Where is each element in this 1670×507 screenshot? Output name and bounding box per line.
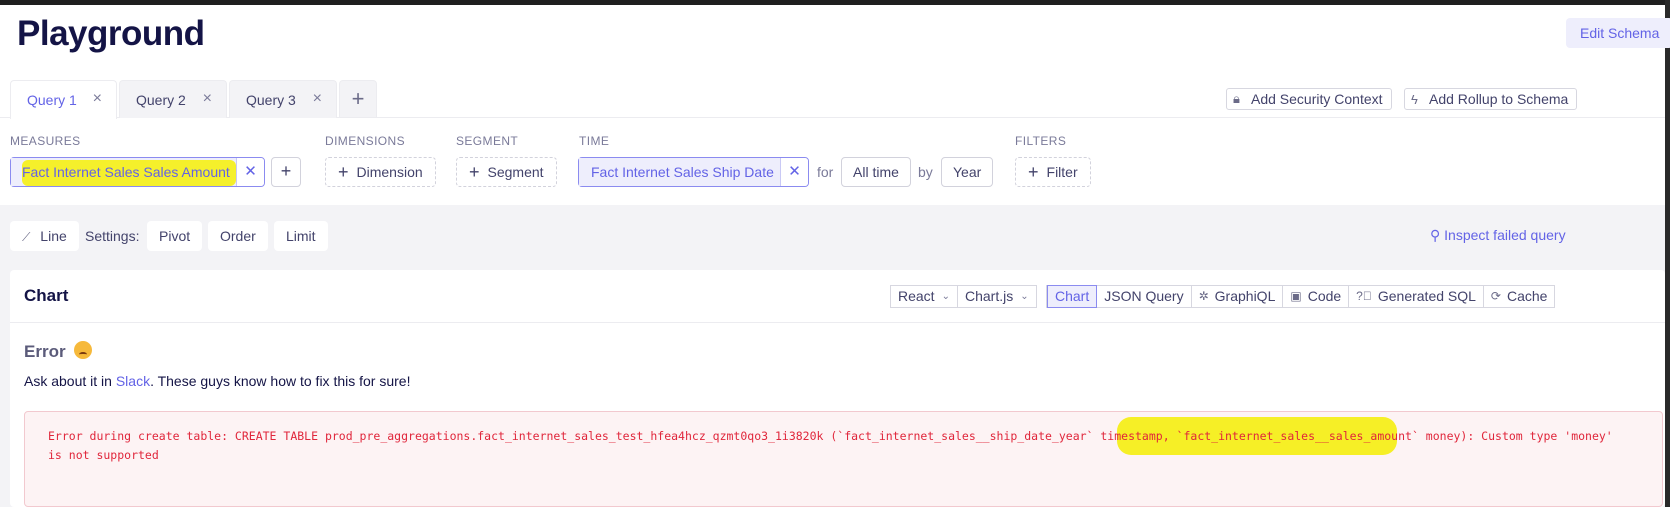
- add-filter-label: Filter: [1046, 164, 1078, 180]
- framework-selector: React ⌄ Chart.js ⌄: [890, 285, 1037, 308]
- limit-button[interactable]: Limit: [274, 221, 328, 251]
- inspect-label: Inspect failed query: [1444, 227, 1566, 243]
- add-security-context-label: Add Security Context: [1251, 91, 1383, 107]
- close-icon[interactable]: ✕: [780, 158, 808, 186]
- tab-json-query-label: JSON Query: [1104, 288, 1184, 304]
- error-help-before: Ask about it in: [24, 373, 116, 389]
- window-right-border: [1665, 0, 1670, 507]
- framework-select[interactable]: React ⌄: [891, 286, 958, 307]
- tab-chart[interactable]: Chart: [1047, 284, 1098, 308]
- measures-label: MEASURES: [10, 134, 81, 148]
- inspect-failed-query-link[interactable]: ⚲ Inspect failed query: [1430, 227, 1566, 244]
- question-icon: ?⃝: [1356, 289, 1372, 303]
- edit-schema-button[interactable]: Edit Schema: [1566, 18, 1670, 48]
- refresh-icon: ⟳: [1490, 289, 1501, 303]
- graphql-icon: ✲: [1198, 289, 1209, 303]
- sad-face-icon: [74, 341, 93, 359]
- tab-json-query[interactable]: JSON Query: [1097, 286, 1192, 307]
- add-dimension-button[interactable]: + Dimension: [325, 157, 436, 187]
- segment-label: SEGMENT: [456, 134, 519, 148]
- tab-graphiql-label: GraphiQL: [1214, 288, 1276, 304]
- line-chart-icon: ⟋: [22, 230, 31, 244]
- tab-cache[interactable]: ⟳ Cache: [1484, 286, 1555, 307]
- error-code-line: Error during create table: CREATE TABLE …: [48, 429, 1613, 443]
- tab-query-1[interactable]: Query 1 ×: [10, 80, 117, 119]
- framework-label: React: [898, 288, 935, 304]
- add-segment-label: Segment: [487, 164, 544, 180]
- add-measure-button[interactable]: +: [271, 157, 301, 187]
- settings-label: Settings:: [85, 228, 140, 244]
- tab-label: Query 3: [246, 91, 296, 108]
- error-help-text: Ask about it in Slack. These guys know h…: [24, 373, 410, 389]
- tab-query-3[interactable]: Query 3 ×: [229, 80, 337, 118]
- tab-label: Query 1: [27, 92, 77, 108]
- card-divider: [10, 322, 1665, 323]
- add-rollup-button[interactable]: ϟ Add Rollup to Schema: [1404, 88, 1578, 110]
- granularity-select[interactable]: Year: [941, 157, 994, 187]
- lock-icon: 🔒︎: [1233, 91, 1240, 106]
- page-title: Playground: [17, 14, 205, 53]
- for-text: for: [817, 164, 834, 180]
- order-button[interactable]: Order: [208, 221, 268, 251]
- error-title-text: Error: [24, 342, 66, 361]
- error-title: Error: [24, 341, 93, 362]
- lightning-icon: ϟ: [1411, 91, 1418, 107]
- error-code: Error during create table: CREATE TABLE …: [48, 427, 1613, 465]
- terminal-icon: ▣: [1290, 289, 1302, 303]
- close-icon[interactable]: ✕: [236, 158, 264, 186]
- tab-query-2[interactable]: Query 2 ×: [119, 80, 227, 118]
- add-dimension-label: Dimension: [356, 164, 423, 180]
- tab-label: Query 2: [136, 91, 186, 108]
- date-range-select[interactable]: All time: [841, 157, 911, 187]
- time-dimension-value[interactable]: Fact Internet Sales Ship Date: [579, 158, 780, 186]
- tab-cache-label: Cache: [1506, 288, 1548, 304]
- time-dimension-member[interactable]: Fact Internet Sales Ship Date ✕: [578, 157, 809, 187]
- view-switcher: Chart JSON Query ✲ GraphiQL ▣ Code ?⃝ Ge…: [1046, 284, 1556, 308]
- filters-label: FILTERS: [1015, 134, 1067, 148]
- close-icon[interactable]: ×: [203, 90, 212, 108]
- tab-generated-sql-label: Generated SQL: [1377, 288, 1476, 304]
- chart-type-label: Line: [40, 228, 67, 244]
- slack-link[interactable]: Slack: [116, 373, 150, 389]
- tab-chart-label: Chart: [1055, 287, 1090, 304]
- chevron-down-icon: ⌄: [1020, 291, 1029, 302]
- search-icon: ⚲: [1430, 227, 1441, 243]
- add-segment-button[interactable]: + Segment: [456, 157, 557, 187]
- error-code-line: is not supported: [48, 448, 159, 462]
- plus-icon: +: [280, 161, 292, 181]
- tab-code[interactable]: ▣ Code: [1283, 286, 1350, 307]
- tab-generated-sql[interactable]: ?⃝ Generated SQL: [1349, 286, 1484, 307]
- dimensions-label: DIMENSIONS: [325, 134, 406, 148]
- plus-icon: +: [351, 86, 365, 111]
- add-tab-button[interactable]: +: [339, 80, 377, 118]
- add-filter-button[interactable]: + Filter: [1015, 157, 1091, 187]
- tab-code-label: Code: [1307, 288, 1342, 304]
- error-help-after: . These guys know how to fix this for su…: [150, 373, 411, 389]
- window-top-border: [0, 0, 1670, 5]
- time-label: TIME: [579, 134, 610, 148]
- pivot-button[interactable]: Pivot: [147, 221, 203, 251]
- chevron-down-icon: ⌄: [941, 291, 950, 302]
- plus-icon: +: [469, 161, 480, 182]
- library-select[interactable]: Chart.js ⌄: [958, 286, 1036, 307]
- chart-card-title: Chart: [24, 286, 69, 305]
- tab-graphiql[interactable]: ✲ GraphiQL: [1192, 286, 1284, 307]
- library-label: Chart.js: [964, 288, 1014, 304]
- plus-icon: +: [1028, 161, 1039, 182]
- measure-value-overlay: Fact Internet Sales Sales Amount: [22, 164, 230, 180]
- close-icon[interactable]: ×: [93, 90, 102, 108]
- close-icon[interactable]: ×: [313, 90, 322, 108]
- add-security-context-button[interactable]: 🔒︎ Add Security Context: [1226, 88, 1392, 110]
- add-rollup-label: Add Rollup to Schema: [1429, 91, 1569, 107]
- by-text: by: [918, 164, 933, 180]
- chart-type-select[interactable]: ⟋ Line: [10, 221, 79, 251]
- plus-icon: +: [338, 161, 349, 182]
